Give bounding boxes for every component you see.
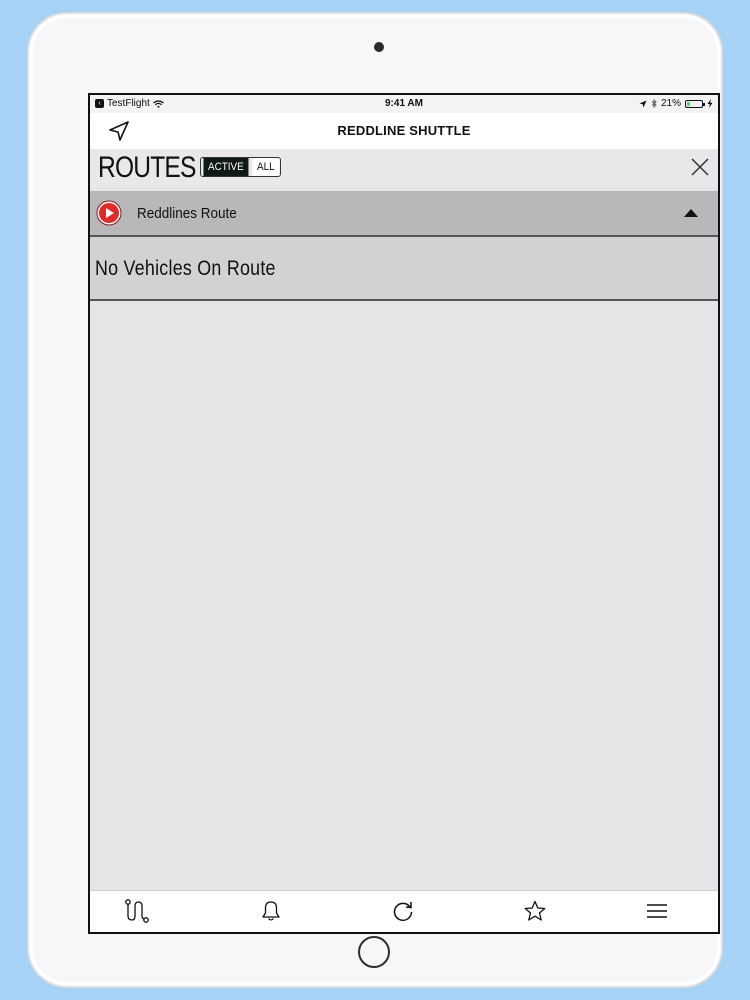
tab-alerts[interactable]	[258, 898, 284, 924]
routes-heading: ROUTES	[98, 151, 196, 184]
route-icon	[125, 899, 149, 923]
charging-bolt-icon	[707, 99, 713, 108]
close-icon[interactable]	[690, 157, 710, 177]
route-vehicles-panel: No Vehicles On Route	[90, 237, 718, 301]
battery-percent: 21%	[660, 98, 681, 109]
tab-refresh[interactable]	[390, 898, 416, 924]
filter-all-option[interactable]: ALL	[252, 158, 279, 176]
battery-fill	[687, 101, 690, 106]
collapse-caret-icon[interactable]	[684, 209, 698, 217]
tab-bar	[90, 890, 718, 932]
app-screen: ‹ TestFlight 9:41 AM 21% REDDLINE SHUTTL…	[88, 93, 720, 934]
refresh-icon	[393, 902, 413, 921]
location-services-icon	[639, 100, 647, 107]
filter-active-option[interactable]: ACTIVE	[203, 158, 249, 176]
bluetooth-icon	[651, 99, 657, 108]
tablet-frame: ‹ TestFlight 9:41 AM 21% REDDLINE SHUTTL…	[27, 12, 723, 988]
bell-icon	[262, 901, 280, 921]
route-filter-segmented-control: ACTIVE ALL	[200, 157, 282, 177]
tab-favorites[interactable]	[522, 898, 548, 924]
status-right: 21%	[639, 98, 713, 109]
empty-content-area	[90, 301, 718, 891]
status-time: 9:41 AM	[385, 98, 423, 109]
navigation-bar: REDDLINE SHUTTLE	[90, 113, 718, 149]
page-title: REDDLINE SHUTTLE	[337, 123, 471, 138]
front-camera	[374, 42, 384, 52]
star-icon	[524, 900, 546, 921]
tab-routes[interactable]	[124, 898, 150, 924]
no-vehicles-message: No Vehicles On Route	[95, 257, 276, 280]
route-row[interactable]: Reddlines Route	[90, 191, 718, 237]
routes-header: ROUTES ACTIVE ALL	[90, 149, 718, 187]
status-bar: ‹ TestFlight 9:41 AM 21%	[90, 95, 718, 113]
tab-menu[interactable]	[644, 898, 670, 924]
menu-icon	[647, 904, 667, 918]
battery-icon	[685, 99, 705, 108]
route-name: Reddlines Route	[137, 205, 237, 222]
play-circle-icon	[96, 200, 122, 226]
home-button[interactable]	[358, 936, 390, 968]
